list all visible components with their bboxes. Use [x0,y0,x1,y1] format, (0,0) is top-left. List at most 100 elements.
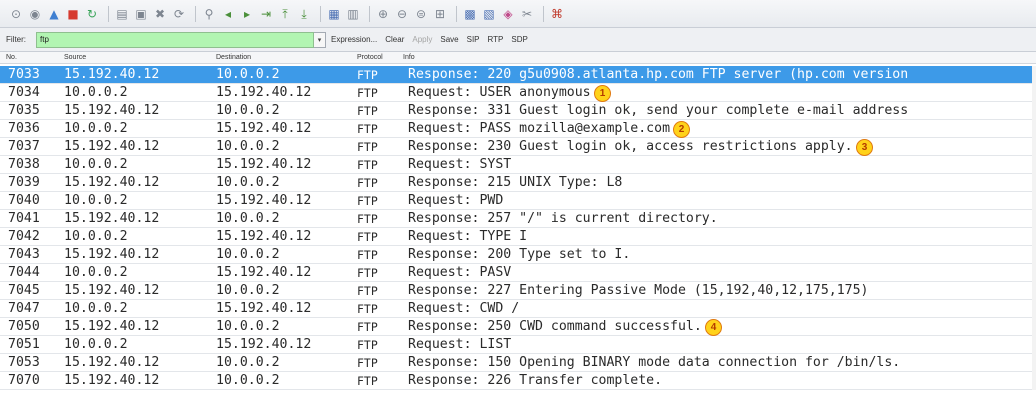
toolbar-separator [195,5,196,22]
packet-number: 7041 [8,211,40,226]
packet-row[interactable]: 7070 15.192.40.12 10.0.0.2 FTP Response: 226… [0,372,1036,390]
vertical-scrollbar[interactable] [1032,66,1036,390]
restart-capture-icon[interactable]: ↻ [84,6,100,22]
packet-protocol: FTP [357,230,378,244]
filter-expression-button[interactable]: Expression... [331,35,377,44]
packet-row[interactable]: 7036 10.0.0.2 15.192.40.12 FTP Request: PASS… [0,120,1036,138]
filter-history-dropdown[interactable]: ▾ [314,31,326,48]
packet-number: 7042 [8,229,40,244]
last-packet-icon[interactable]: ⤓ [296,6,312,22]
colorize-icon[interactable]: ▦ [326,6,342,22]
packet-number: 7043 [8,247,40,262]
packet-protocol: FTP [357,158,378,172]
packet-source: 10.0.0.2 [64,229,128,244]
coloring-rules-icon[interactable]: ◈ [500,6,516,22]
packet-row[interactable]: 7047 10.0.0.2 15.192.40.12 FTP Request: CWD … [0,300,1036,318]
packet-source: 10.0.0.2 [64,121,128,136]
auto-scroll-icon[interactable]: ▥ [345,6,361,22]
packet-row[interactable]: 7037 15.192.40.12 10.0.0.2 FTP Response: 230… [0,138,1036,156]
packet-source: 10.0.0.2 [64,157,128,172]
column-header-protocol[interactable]: Protocol [357,54,383,61]
packet-row[interactable]: 7043 15.192.40.12 10.0.0.2 FTP Response: 200… [0,246,1036,264]
packet-row[interactable]: 7039 15.192.40.12 10.0.0.2 FTP Response: 215… [0,174,1036,192]
go-forward-icon[interactable]: ▸ [239,6,255,22]
filter-sdp-button[interactable]: SDP [511,35,527,44]
close-file-icon[interactable]: ✖ [152,6,168,22]
packet-row[interactable]: 7035 15.192.40.12 10.0.0.2 FTP Response: 331… [0,102,1036,120]
stop-capture-icon[interactable]: ■ [65,6,81,22]
packet-source: 10.0.0.2 [64,265,128,280]
packet-protocol: FTP [357,176,378,190]
packet-info: Request: USER anonymous [408,85,591,100]
packet-source: 10.0.0.2 [64,301,128,316]
packet-protocol: FTP [357,140,378,154]
packet-number: 7044 [8,265,40,280]
packet-protocol: FTP [357,68,378,82]
packet-row[interactable]: 7038 10.0.0.2 15.192.40.12 FTP Request: SYST [0,156,1036,174]
interface-list-icon[interactable]: ⊙ [8,6,24,22]
packet-row[interactable]: 7051 10.0.0.2 15.192.40.12 FTP Request: LIST [0,336,1036,354]
packet-info: Request: PASS mozilla@example.com [408,121,671,136]
packet-info: Request: PASV [408,265,512,280]
packet-number: 7047 [8,301,40,316]
find-packet-icon[interactable]: ⚲ [201,6,217,22]
packet-row[interactable]: 7044 10.0.0.2 15.192.40.12 FTP Request: PASV [0,264,1036,282]
display-filters-icon[interactable]: ▧ [481,6,497,22]
go-back-icon[interactable]: ◂ [220,6,236,22]
packet-list: 7033 15.192.40.12 10.0.0.2 FTP Response: 220… [0,66,1036,390]
column-header-destination[interactable]: Destination [216,54,251,61]
packet-row[interactable]: 7040 10.0.0.2 15.192.40.12 FTP Request: PWD [0,192,1036,210]
resize-columns-icon[interactable]: ⊞ [432,6,448,22]
packet-row[interactable]: 7042 10.0.0.2 15.192.40.12 FTP Request: TYPE… [0,228,1036,246]
column-header-source[interactable]: Source [64,54,86,61]
packet-row[interactable]: 7050 15.192.40.12 10.0.0.2 FTP Response: 250… [0,318,1036,336]
packet-number: 7045 [8,283,40,298]
packet-destination: 10.0.0.2 [216,103,280,118]
capture-options-icon[interactable]: ◉ [27,6,43,22]
packet-row[interactable]: 7045 15.192.40.12 10.0.0.2 FTP Response: 227… [0,282,1036,300]
capture-filters-icon[interactable]: ▩ [462,6,478,22]
filter-apply-button[interactable]: Apply [412,35,432,44]
save-file-icon[interactable]: ▣ [133,6,149,22]
packet-protocol: FTP [357,356,378,370]
packet-row[interactable]: 7041 15.192.40.12 10.0.0.2 FTP Response: 257… [0,210,1036,228]
packet-row[interactable]: 7034 10.0.0.2 15.192.40.12 FTP Request: USER… [0,84,1036,102]
packet-row[interactable]: 7053 15.192.40.12 10.0.0.2 FTP Response: 150… [0,354,1036,372]
packet-destination: 15.192.40.12 [216,265,312,280]
preferences-icon[interactable]: ✂ [519,6,535,22]
normal-size-icon[interactable]: ⊜ [413,6,429,22]
display-filter-input[interactable] [36,31,314,48]
reload-file-icon[interactable]: ⟳ [171,6,187,22]
packet-info: Response: 215 UNIX Type: L8 [408,175,623,190]
packet-destination: 10.0.0.2 [216,319,280,334]
packet-info: Request: CWD / [408,301,520,316]
first-packet-icon[interactable]: ⤒ [277,6,293,22]
packet-source: 15.192.40.12 [64,211,160,226]
filter-save-button[interactable]: Save [440,35,458,44]
packet-row[interactable]: 7033 15.192.40.12 10.0.0.2 FTP Response: 220… [0,66,1036,84]
packet-protocol: FTP [357,320,378,334]
go-to-packet-icon[interactable]: ⇥ [258,6,274,22]
packet-list-header: No. Source Destination Protocol Info [0,52,1036,64]
start-capture-icon[interactable]: ▲ [46,6,62,22]
toolbar-separator [543,5,544,22]
help-icon[interactable]: ⌘ [549,6,565,22]
toolbar-separator [456,5,457,22]
packet-destination: 10.0.0.2 [216,175,280,190]
toolbar-separator [108,5,109,22]
packet-source: 15.192.40.12 [64,103,160,118]
zoom-in-icon[interactable]: ⊕ [375,6,391,22]
packet-info: Response: 331 Guest login ok, send your … [408,103,909,118]
open-file-icon[interactable]: ▤ [114,6,130,22]
filter-rtp-button[interactable]: RTP [488,35,504,44]
column-header-info[interactable]: Info [403,54,415,61]
packet-destination: 10.0.0.2 [216,139,280,154]
packet-info: Response: 230 Guest login ok, access res… [408,139,853,154]
filter-clear-button[interactable]: Clear [385,35,404,44]
packet-number: 7039 [8,175,40,190]
zoom-out-icon[interactable]: ⊖ [394,6,410,22]
packet-number: 7036 [8,121,40,136]
annotation-callout: 3 [856,139,873,156]
filter-sip-button[interactable]: SIP [467,35,480,44]
column-header-no[interactable]: No. [6,54,17,61]
